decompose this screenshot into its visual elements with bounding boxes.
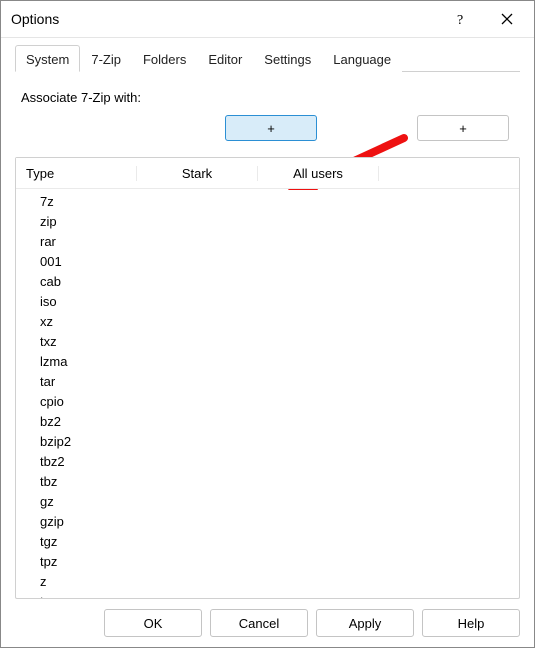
tab-system[interactable]: System (15, 45, 80, 72)
type-cell: gz (16, 494, 150, 509)
window-title: Options (11, 11, 438, 27)
type-cell: rar (16, 234, 150, 249)
type-cell: 001 (16, 254, 150, 269)
type-cell: txz (16, 334, 150, 349)
tab-folders[interactable]: Folders (132, 45, 197, 72)
list-item[interactable]: z (16, 571, 519, 591)
apply-button[interactable]: Apply (316, 609, 414, 637)
cancel-button[interactable]: Cancel (210, 609, 308, 637)
type-cell: zip (16, 214, 150, 229)
list-item[interactable]: cab (16, 271, 519, 291)
type-cell: lzma (16, 354, 150, 369)
list-item[interactable]: cpio (16, 391, 519, 411)
list-item[interactable]: bzip2 (16, 431, 519, 451)
type-cell: tbz (16, 474, 150, 489)
tab-7zip[interactable]: 7-Zip (80, 45, 132, 72)
type-cell: xz (16, 314, 150, 329)
type-cell: z (16, 574, 150, 589)
list-item[interactable]: rar (16, 231, 519, 251)
column-user[interactable]: Stark (137, 166, 258, 181)
list-item[interactable]: xz (16, 311, 519, 331)
list-item[interactable]: bz2 (16, 411, 519, 431)
list-item[interactable]: lzma (16, 351, 519, 371)
close-button[interactable] (484, 4, 530, 34)
type-cell: gzip (16, 514, 150, 529)
svg-text:?: ? (457, 13, 463, 26)
list-item[interactable]: tar (16, 371, 519, 391)
column-all-users[interactable]: All users (258, 166, 379, 181)
list-item[interactable]: 7z (16, 191, 519, 211)
type-cell: iso (16, 294, 150, 309)
column-type[interactable]: Type (20, 166, 137, 181)
associate-all-users-button[interactable]: + (417, 115, 509, 141)
tab-settings[interactable]: Settings (253, 45, 322, 72)
title-bar: Options ? (1, 1, 534, 38)
tab-language[interactable]: Language (322, 45, 402, 72)
type-cell: bzip2 (16, 434, 150, 449)
list-item[interactable]: txz (16, 331, 519, 351)
list-header: Type Stark All users (16, 158, 519, 189)
type-cell: bz2 (16, 414, 150, 429)
list-body[interactable]: 7z zip rar 001 cab iso xz txz lzma tar cpio bz2 bzip… (16, 189, 519, 598)
list-item[interactable]: zip (16, 211, 519, 231)
type-cell: tbz2 (16, 454, 150, 469)
tab-strip: System7-ZipFoldersEditorSettingsLanguage (15, 44, 520, 72)
associate-label: Associate 7-Zip with: (21, 90, 520, 105)
list-item[interactable]: 001 (16, 251, 519, 271)
list-item[interactable]: taz (16, 591, 519, 598)
type-cell: cab (16, 274, 150, 289)
type-cell: cpio (16, 394, 150, 409)
type-cell: tar (16, 374, 150, 389)
tab-editor[interactable]: Editor (197, 45, 253, 72)
list-item[interactable]: tbz2 (16, 451, 519, 471)
help-footer-button[interactable]: Help (422, 609, 520, 637)
dialog-footer: OK Cancel Apply Help (1, 599, 534, 647)
type-cell: tpz (16, 554, 150, 569)
list-item[interactable]: tpz (16, 551, 519, 571)
type-list: Type Stark All users 7z zip rar 001 cab iso xz… (15, 157, 520, 599)
list-item[interactable]: tgz (16, 531, 519, 551)
type-cell: taz (16, 594, 150, 599)
type-cell: tgz (16, 534, 150, 549)
list-item[interactable]: gz (16, 491, 519, 511)
list-item[interactable]: gzip (16, 511, 519, 531)
associate-current-user-button[interactable]: + (225, 115, 317, 141)
ok-button[interactable]: OK (104, 609, 202, 637)
help-button[interactable]: ? (438, 4, 484, 34)
list-item[interactable]: iso (16, 291, 519, 311)
list-item[interactable]: tbz (16, 471, 519, 491)
type-cell: 7z (16, 194, 150, 209)
